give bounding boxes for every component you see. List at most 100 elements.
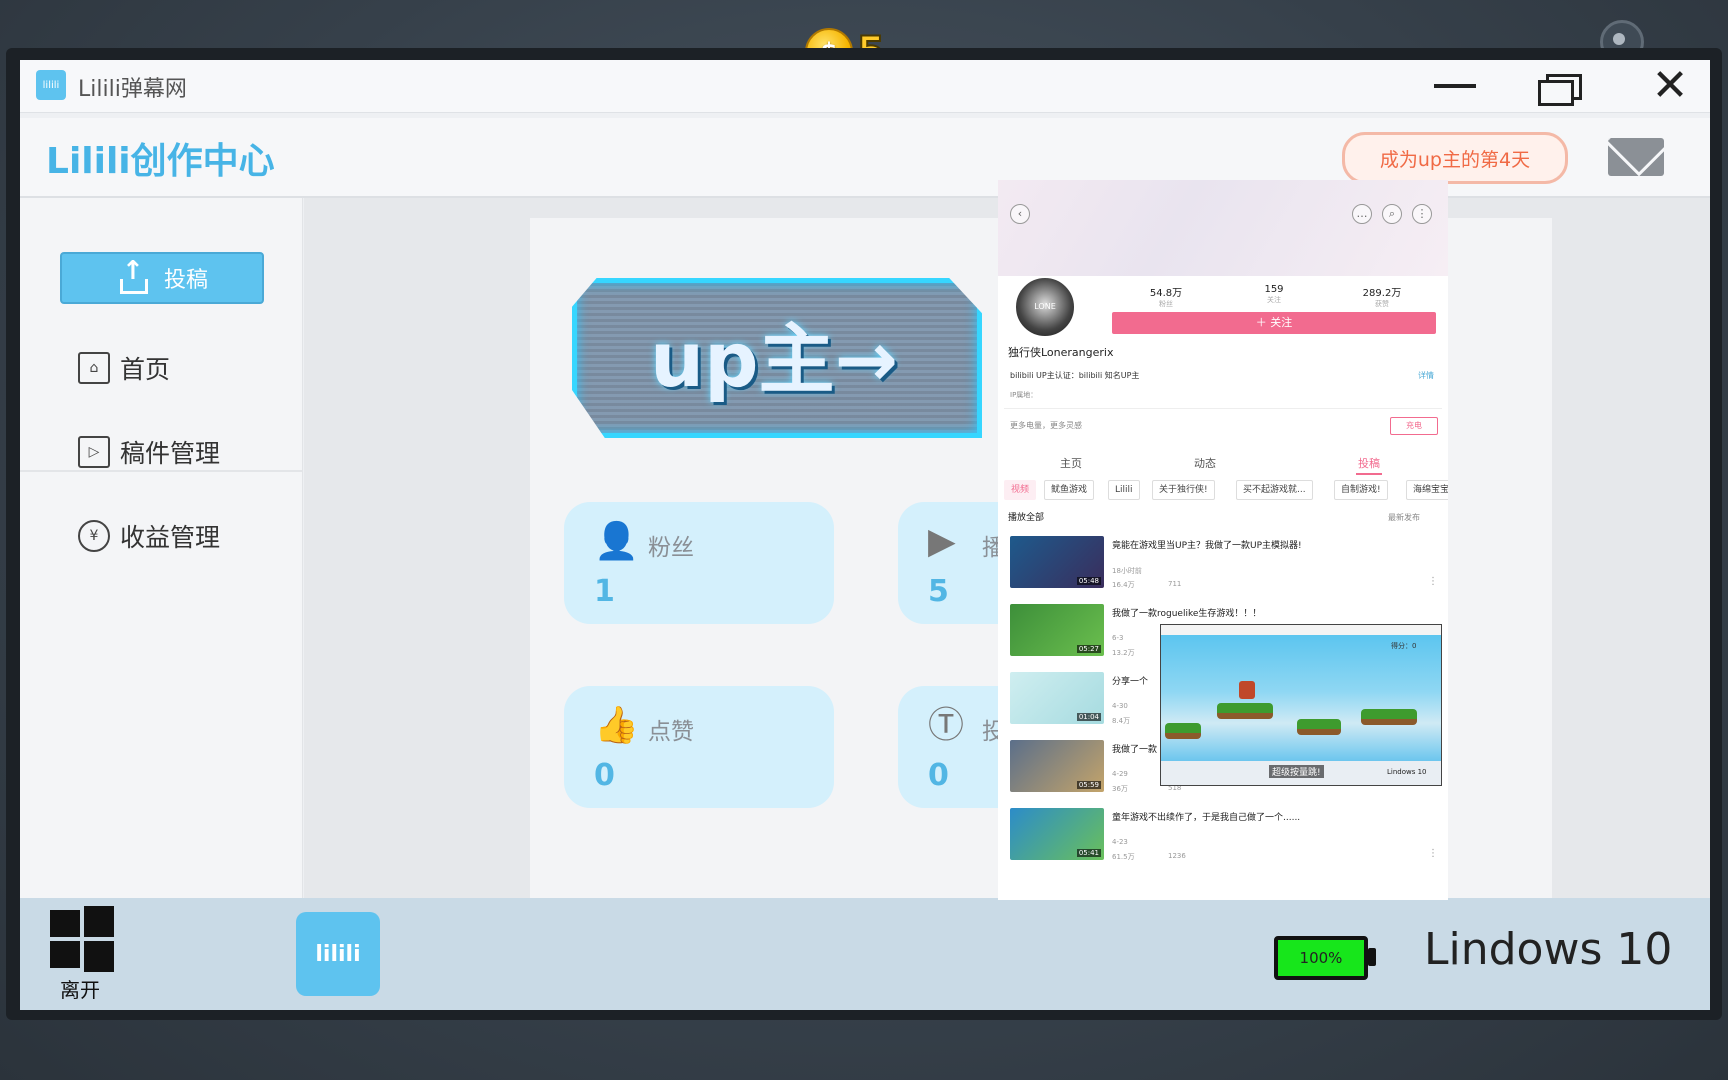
stat-value: 0 (594, 758, 615, 793)
upload-label: 投稿 (163, 268, 208, 293)
divider (1004, 408, 1442, 409)
platform (1297, 719, 1341, 735)
ip-location: IP属地： (1010, 391, 1038, 399)
verify-text: bilibili UP主认证：bilibili 知名UP主 (1010, 371, 1140, 380)
play-icon: ▶ (928, 521, 956, 562)
mail-icon[interactable] (1608, 138, 1664, 176)
more-icon[interactable]: ⋮ (1428, 576, 1438, 587)
video-thumbnail[interactable]: 01:04 (1010, 672, 1104, 724)
battery-indicator: 100% (1274, 936, 1368, 980)
video-thumbnail[interactable]: 05:59 (1010, 740, 1104, 792)
video-thumbnail[interactable]: 05:41 (1010, 808, 1104, 860)
sidebar-item-manuscripts[interactable]: ▷ 稿件管理 (78, 422, 220, 482)
taskbar-app-lilili[interactable]: lilili (296, 912, 380, 996)
sidebar-item-label: 首页 (120, 355, 171, 384)
tab-indicator (1356, 473, 1382, 475)
video-views: 36万 (1112, 785, 1128, 793)
chip-videos[interactable]: 视频 (1004, 480, 1037, 500)
os-name: Lindows 10 (1424, 924, 1673, 975)
sidebar-item-earnings[interactable]: ¥ 收益管理 (78, 506, 220, 566)
video-thumbnail[interactable]: 05:27 (1010, 604, 1104, 656)
stat-label: 粉丝 (648, 535, 694, 561)
stat-fans: 54.8万 粉丝 (1149, 288, 1183, 308)
more-circle-icon[interactable]: … (1352, 204, 1372, 224)
mini-title-bar (1161, 625, 1441, 635)
coin-icon: Ⓣ (928, 705, 965, 746)
profile-overlay: ‹ … ⌕ ⋮ LONE 54.8万 粉丝 159 关注 289.2万 获赞 ＋… (998, 180, 1448, 900)
close-button[interactable]: ✕ (1640, 60, 1700, 112)
stat-value: 1 (594, 574, 615, 609)
follow-button[interactable]: ＋ 关注 (1112, 312, 1436, 334)
stat-card-likes: 👍 点赞 0 (564, 686, 834, 808)
tab-dynamic[interactable]: 动态 (1194, 455, 1216, 471)
back-icon[interactable]: ‹ (1010, 204, 1030, 224)
stat-label: 点赞 (648, 719, 694, 745)
video-date: 18小时前 (1112, 567, 1142, 575)
video-views: 61.5万 (1112, 853, 1135, 861)
start-button[interactable]: 离开 (50, 906, 116, 1002)
menu-icon[interactable]: ⋮ (1412, 204, 1432, 224)
banner-text: up主→ (650, 315, 899, 404)
game-hint: 超级按量跳! (1269, 765, 1324, 778)
video-views: 13.2万 (1112, 649, 1135, 657)
mini-os-name: Lindows 10 (1387, 768, 1427, 776)
platform (1361, 709, 1417, 725)
profile-name: 独行侠Lonerangerix (1008, 346, 1114, 359)
up-master-banner: up主→ (572, 278, 982, 446)
video-title[interactable]: 我做了一款roguelike生存游戏！！！ (1112, 606, 1432, 619)
minimize-button[interactable] (1425, 60, 1485, 112)
video-date: 4-23 (1112, 838, 1128, 846)
page-header: Lilili创作中心 成为up主的第4天 (20, 118, 1710, 198)
battery-tip (1368, 948, 1376, 966)
upload-icon (116, 256, 148, 294)
stat-likes: 289.2万 获赞 (1362, 288, 1402, 308)
stat-value: 5 (928, 574, 949, 609)
sort-newest[interactable]: 最新发布 (1388, 512, 1420, 523)
restore-button[interactable] (1530, 60, 1590, 112)
avatar[interactable]: LONE (1014, 276, 1076, 338)
taskbar: 离开 lilili 100% Lindows 10 (20, 898, 1710, 1010)
search-icon[interactable]: ⌕ (1382, 204, 1402, 224)
mini-game-window[interactable]: 得分：0 超级按量跳! Lindows 10 (1160, 624, 1442, 786)
video-title[interactable]: 童年游戏不出续作了，于是我自己做了一个...... (1112, 810, 1432, 823)
video-views: 16.4万 (1112, 581, 1135, 589)
app-window: lilili Lilili弹幕网 ✕ Lilili创作中心 成为up主的第4天 … (20, 60, 1710, 1010)
tab-posts[interactable]: 投稿 (1358, 455, 1380, 471)
chip-playlist[interactable]: 鱿鱼游戏 (1044, 480, 1095, 500)
video-date: 4-30 (1112, 702, 1128, 710)
platform (1217, 703, 1273, 719)
sidebar: 投稿 ⌂ 首页 ▷ 稿件管理 ¥ 收益管理 (20, 198, 303, 898)
chip-playlist[interactable]: 买不起游戏就... (1236, 480, 1313, 500)
video-file-icon: ▷ (78, 436, 110, 468)
video-title[interactable]: 我做了一款 (1112, 742, 1158, 755)
chip-playlist[interactable]: 关于独行侠! (1152, 480, 1215, 500)
video-thumbnail[interactable]: 05:48 (1010, 536, 1104, 588)
video-comments: 711 (1168, 580, 1182, 588)
more-icon[interactable]: ⋮ (1428, 848, 1438, 859)
money-bag-icon: ¥ (78, 520, 110, 552)
brand-title: Lilili创作中心 (46, 141, 275, 182)
charge-button[interactable]: 充电 (1390, 417, 1438, 435)
window-title: Lilili弹幕网 (78, 77, 187, 102)
upload-button[interactable]: 投稿 (60, 252, 264, 304)
user-icon: 👤 (594, 521, 639, 562)
home-icon: ⌂ (78, 352, 110, 384)
start-label: 离开 (60, 978, 100, 1002)
video-comments: 1236 (1168, 852, 1186, 860)
video-title[interactable]: 分享一个 (1112, 674, 1158, 687)
player-character (1239, 681, 1255, 699)
detail-link[interactable]: 详情 (1418, 370, 1434, 381)
sidebar-item-home[interactable]: ⌂ 首页 (78, 338, 170, 398)
video-date: 4-29 (1112, 770, 1128, 778)
play-all[interactable]: 播放全部 (1008, 510, 1044, 523)
video-title[interactable]: 竟能在游戏里当UP主？我做了一款UP主模拟器! (1112, 538, 1432, 551)
tab-home[interactable]: 主页 (1060, 455, 1082, 471)
stat-value: 0 (928, 758, 949, 793)
chip-playlist[interactable]: 海绵宝宝 (1406, 480, 1448, 500)
chip-playlist[interactable]: 自制游戏! (1334, 480, 1388, 500)
windows-logo-icon (50, 910, 80, 937)
sidebar-item-label: 稿件管理 (120, 439, 221, 468)
chip-playlist[interactable]: Lilili (1108, 480, 1140, 500)
game-score: 得分：0 (1391, 642, 1417, 650)
stat-card-fans: 👤 粉丝 1 (564, 502, 834, 624)
